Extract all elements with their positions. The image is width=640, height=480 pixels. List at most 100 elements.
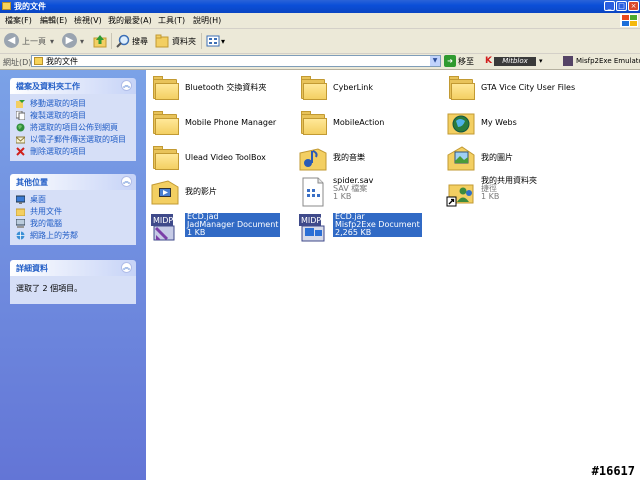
place-label[interactable]: 網路上的芳鄰: [30, 230, 78, 241]
task-label[interactable]: 移動選取的項目: [30, 98, 86, 109]
address-input[interactable]: 我的文件 ▼: [31, 55, 441, 67]
file-item[interactable]: 我的圖片: [446, 143, 594, 176]
folders-button-label[interactable]: 資料夾: [172, 37, 196, 46]
back-button-label[interactable]: 上一頁: [22, 37, 46, 46]
emulator-icon[interactable]: [563, 56, 573, 66]
maximize-button[interactable]: □: [616, 1, 627, 11]
task-delete[interactable]: 刪除選取的項目: [10, 145, 136, 157]
file-tasks-header[interactable]: 檔案及資料夾工作 ︽: [10, 78, 136, 94]
task-label[interactable]: 以電子郵件傳送選取的項目: [30, 134, 126, 145]
collapse-icon[interactable]: ︽: [121, 80, 132, 91]
chevron-down-icon[interactable]: ▼: [430, 56, 440, 66]
file-item[interactable]: Mobile Phone Manager: [150, 108, 298, 141]
chevron-down-icon[interactable]: ▾: [539, 57, 543, 65]
back-arrow-icon[interactable]: ◀: [4, 33, 19, 48]
details-header[interactable]: 詳細資料 ︽: [10, 260, 136, 276]
network-icon: [16, 231, 25, 240]
window-title: 我的文件: [14, 2, 46, 11]
file-item[interactable]: CyberLink: [298, 73, 446, 106]
place-desktop[interactable]: 桌面: [10, 193, 136, 205]
file-item[interactable]: My Webs: [446, 108, 594, 141]
file-item[interactable]: 我的共用資料夾 捷徑 1 KB: [446, 177, 594, 210]
folder-icon: [446, 73, 476, 103]
menu-help[interactable]: 說明(H): [193, 16, 221, 25]
place-my-computer[interactable]: 我的電腦: [10, 217, 136, 229]
move-icon: [16, 99, 25, 108]
folder-icon: [2, 2, 11, 10]
file-name: 我的影片: [185, 187, 217, 196]
minimize-button[interactable]: _: [604, 1, 615, 11]
file-item-selected[interactable]: MIDP ECD.jad JadManager Document 1 KB: [150, 213, 298, 246]
folders-icon[interactable]: [155, 34, 169, 48]
file-item[interactable]: 我的音樂: [298, 143, 446, 176]
forward-dropdown-icon[interactable]: ▾: [80, 37, 84, 46]
emulator-button-label[interactable]: Misfp2Exe Emulator: [576, 57, 640, 66]
place-label[interactable]: 我的電腦: [30, 218, 62, 229]
file-name: CyberLink: [333, 83, 373, 92]
file-item[interactable]: 我的影片: [150, 177, 298, 210]
task-email[interactable]: 以電子郵件傳送選取的項目: [10, 133, 136, 145]
back-dropdown-icon[interactable]: ▾: [50, 37, 54, 46]
panel-title: 詳細資料: [16, 264, 48, 273]
file-size: 1 KB: [333, 192, 352, 201]
selection-summary: 選取了 2 個項目。: [16, 284, 83, 293]
task-label[interactable]: 將選取的項目公佈到網頁: [30, 122, 118, 133]
file-name: Ulead Video ToolBox: [185, 153, 266, 162]
svg-text:MIDP: MIDP: [301, 216, 321, 225]
file-size: 1 KB: [187, 228, 206, 237]
file-details: ECD.jar Misfp2Exe Document 2,265 KB: [333, 213, 422, 237]
shared-folder-icon: [15, 207, 26, 217]
place-network[interactable]: 網路上的芳鄰: [10, 229, 136, 241]
task-copy[interactable]: 複製選取的項目: [10, 109, 136, 121]
file-item-selected[interactable]: MIDP ECD.jar Misfp2Exe Document 2,265 KB: [298, 213, 446, 246]
menu-tools[interactable]: 工具(T): [158, 16, 185, 25]
jad-file-icon: MIDP: [150, 213, 180, 243]
folder-icon: [150, 143, 180, 173]
file-tasks-list: 移動選取的項目 複製選取的項目 將選取的項目公佈到網頁 以電子郵件傳送選取的項目…: [10, 94, 136, 161]
menu-file[interactable]: 檔案(F): [5, 16, 32, 25]
close-button[interactable]: ×: [628, 1, 639, 11]
go-arrow-icon[interactable]: ➜: [444, 55, 456, 67]
views-icon[interactable]: [206, 34, 220, 48]
my-computer-icon: [15, 218, 26, 228]
collapse-icon[interactable]: ︽: [121, 176, 132, 187]
toolbar: ◀ 上一頁 ▾ ▶ ▾ 搜尋 資料夾 ▾: [0, 29, 640, 54]
search-button-label[interactable]: 搜尋: [132, 37, 148, 46]
sav-file-icon: [298, 177, 328, 207]
other-places-header[interactable]: 其他位置 ︽: [10, 174, 136, 190]
file-size: 1 KB: [481, 192, 500, 201]
other-places-panel: 其他位置 ︽ 桌面 共用文件 我的電腦 網路上的芳鄰: [10, 174, 136, 245]
place-shared-documents[interactable]: 共用文件: [10, 205, 136, 217]
address-value[interactable]: 我的文件: [46, 57, 78, 66]
file-item[interactable]: Bluetooth 交換資料夾: [150, 73, 298, 106]
task-label[interactable]: 刪除選取的項目: [30, 146, 86, 157]
menu-view[interactable]: 檢視(V): [74, 16, 102, 25]
collapse-icon[interactable]: ︽: [121, 262, 132, 273]
forward-arrow-icon[interactable]: ▶: [62, 33, 77, 48]
menu-edit[interactable]: 編輯(E): [40, 16, 67, 25]
folder-icon: [150, 73, 180, 103]
views-dropdown-icon[interactable]: ▾: [221, 37, 225, 46]
go-button-label[interactable]: 移至: [458, 57, 474, 66]
file-item[interactable]: MobileAction: [298, 108, 446, 141]
task-move[interactable]: 移動選取的項目: [10, 97, 136, 109]
file-name: 我的音樂: [333, 153, 365, 162]
file-details: ECD.jad JadManager Document 1 KB: [185, 213, 281, 237]
address-label: 網址(D): [3, 58, 32, 67]
file-item[interactable]: Ulead Video ToolBox: [150, 143, 298, 176]
up-folder-icon[interactable]: [93, 34, 107, 48]
file-item[interactable]: spider.sav SAV 檔案 1 KB: [298, 177, 446, 210]
folder-icon: [298, 108, 328, 138]
kbrand-label: Mitblox: [494, 57, 536, 66]
kbrand-toolbar[interactable]: K Mitblox ▾: [485, 56, 547, 67]
search-icon[interactable]: [116, 34, 130, 48]
place-label[interactable]: 桌面: [30, 194, 46, 205]
task-label[interactable]: 複製選取的項目: [30, 110, 86, 121]
delete-icon: [16, 147, 25, 156]
toolbar-separator: [201, 33, 202, 49]
file-item[interactable]: GTA Vice City User Files: [446, 73, 594, 106]
task-publish[interactable]: 將選取的項目公佈到網頁: [10, 121, 136, 133]
place-label[interactable]: 共用文件: [30, 206, 62, 217]
panel-title: 其他位置: [16, 178, 48, 187]
menu-favorites[interactable]: 我的最愛(A): [108, 16, 152, 25]
